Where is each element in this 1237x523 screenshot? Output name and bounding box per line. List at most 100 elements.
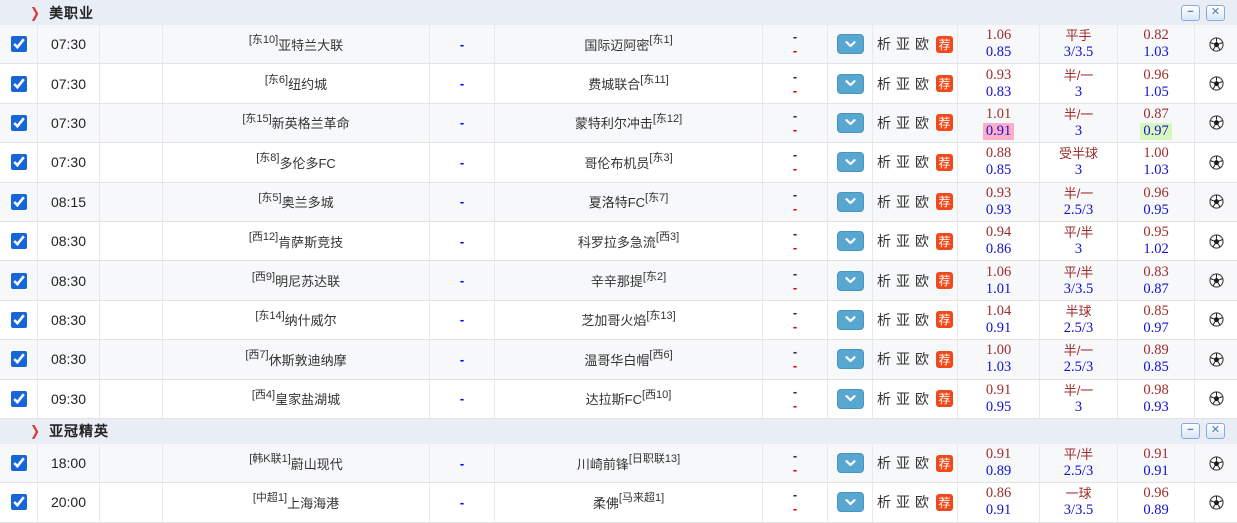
asia-odds-link[interactable]: 亚 bbox=[896, 34, 910, 54]
analysis-link[interactable]: 析 bbox=[877, 74, 891, 94]
close-section-button[interactable]: ✕ bbox=[1206, 423, 1225, 439]
expand-odds-button[interactable] bbox=[837, 231, 864, 251]
dropdown-cell bbox=[828, 104, 873, 142]
analysis-link[interactable]: 析 bbox=[877, 492, 891, 512]
match-checkbox[interactable] bbox=[11, 194, 27, 210]
analysis-link[interactable]: 析 bbox=[877, 349, 891, 369]
expand-odds-button[interactable] bbox=[837, 492, 864, 512]
collapse-section-button[interactable]: − bbox=[1181, 5, 1200, 21]
asia-odds-link[interactable]: 亚 bbox=[896, 152, 910, 172]
score-dash: - bbox=[430, 64, 495, 102]
asia-odds-link[interactable]: 亚 bbox=[896, 271, 910, 291]
collapse-section-button[interactable]: − bbox=[1181, 423, 1200, 439]
recommend-badge[interactable]: 荐 bbox=[936, 494, 953, 511]
match-checkbox[interactable] bbox=[11, 154, 27, 170]
recommend-badge[interactable]: 荐 bbox=[936, 75, 953, 92]
expand-odds-button[interactable] bbox=[837, 389, 864, 409]
away-team-name: 达拉斯FC bbox=[586, 389, 642, 408]
europe-odds-link[interactable]: 欧 bbox=[915, 389, 929, 409]
match-checkbox[interactable] bbox=[11, 233, 27, 249]
recommend-badge[interactable]: 荐 bbox=[936, 36, 953, 53]
europe-odds-link[interactable]: 欧 bbox=[915, 152, 929, 172]
europe-odds-link[interactable]: 欧 bbox=[915, 113, 929, 133]
soccer-ball-icon[interactable] bbox=[1209, 37, 1224, 52]
soccer-ball-icon[interactable] bbox=[1209, 115, 1224, 130]
soccer-ball-icon[interactable] bbox=[1209, 76, 1224, 91]
soccer-ball-icon[interactable] bbox=[1209, 155, 1224, 170]
asia-odds-link[interactable]: 亚 bbox=[896, 113, 910, 133]
match-checkbox[interactable] bbox=[11, 76, 27, 92]
recommend-badge[interactable]: 荐 bbox=[936, 193, 953, 210]
expand-odds-button[interactable] bbox=[837, 192, 864, 212]
home-team-name: 纳什威尔 bbox=[285, 310, 337, 329]
soccer-ball-icon[interactable] bbox=[1209, 234, 1224, 249]
europe-odds-link[interactable]: 欧 bbox=[915, 231, 929, 251]
analysis-link[interactable]: 析 bbox=[877, 310, 891, 330]
soccer-ball-icon[interactable] bbox=[1209, 273, 1224, 288]
analysis-link[interactable]: 析 bbox=[877, 192, 891, 212]
recommend-badge[interactable]: 荐 bbox=[936, 390, 953, 407]
away-team-name: 温哥华白帽 bbox=[584, 350, 649, 369]
asia-odds-link[interactable]: 亚 bbox=[896, 74, 910, 94]
home-odds-top: 1.01 bbox=[983, 106, 1014, 123]
europe-odds-link[interactable]: 欧 bbox=[915, 349, 929, 369]
recommend-badge[interactable]: 荐 bbox=[936, 272, 953, 289]
analysis-link[interactable]: 析 bbox=[877, 453, 891, 473]
recommend-badge[interactable]: 荐 bbox=[936, 114, 953, 131]
europe-odds-link[interactable]: 欧 bbox=[915, 453, 929, 473]
match-checkbox[interactable] bbox=[11, 273, 27, 289]
soccer-ball-icon[interactable] bbox=[1209, 352, 1224, 367]
match-checkbox[interactable] bbox=[11, 312, 27, 328]
analysis-link[interactable]: 析 bbox=[877, 152, 891, 172]
europe-odds-link[interactable]: 欧 bbox=[915, 271, 929, 291]
recommend-badge[interactable]: 荐 bbox=[936, 351, 953, 368]
match-checkbox[interactable] bbox=[11, 391, 27, 407]
ball-cell bbox=[1195, 104, 1237, 142]
match-checkbox[interactable] bbox=[11, 455, 27, 471]
asia-odds-link[interactable]: 亚 bbox=[896, 389, 910, 409]
home-team-name: 皇家盐湖城 bbox=[275, 389, 340, 408]
close-section-button[interactable]: ✕ bbox=[1206, 5, 1225, 21]
soccer-ball-icon[interactable] bbox=[1209, 391, 1224, 406]
expand-odds-button[interactable] bbox=[837, 453, 864, 473]
expand-odds-button[interactable] bbox=[837, 349, 864, 369]
recommend-badge[interactable]: 荐 bbox=[936, 455, 953, 472]
europe-odds-link[interactable]: 欧 bbox=[915, 492, 929, 512]
analysis-link[interactable]: 析 bbox=[877, 34, 891, 54]
asia-odds-link[interactable]: 亚 bbox=[896, 310, 910, 330]
soccer-ball-icon[interactable] bbox=[1209, 495, 1224, 510]
soccer-ball-icon[interactable] bbox=[1209, 312, 1224, 327]
match-checkbox[interactable] bbox=[11, 351, 27, 367]
expand-odds-button[interactable] bbox=[837, 74, 864, 94]
expand-odds-button[interactable] bbox=[837, 34, 864, 54]
asia-odds-link[interactable]: 亚 bbox=[896, 231, 910, 251]
match-checkbox[interactable] bbox=[11, 36, 27, 52]
europe-odds-link[interactable]: 欧 bbox=[915, 74, 929, 94]
analysis-link[interactable]: 析 bbox=[877, 113, 891, 133]
section-body: 18:00 [韩K联1]蔚山现代 - 川崎前锋[日职联13] - - 析 亚 欧… bbox=[0, 444, 1237, 523]
match-checkbox[interactable] bbox=[11, 115, 27, 131]
recommend-badge[interactable]: 荐 bbox=[936, 311, 953, 328]
recommend-badge[interactable]: 荐 bbox=[936, 233, 953, 250]
analysis-link[interactable]: 析 bbox=[877, 271, 891, 291]
europe-odds-link[interactable]: 欧 bbox=[915, 310, 929, 330]
soccer-ball-icon[interactable] bbox=[1209, 456, 1224, 471]
asia-odds-link[interactable]: 亚 bbox=[896, 192, 910, 212]
expand-odds-button[interactable] bbox=[837, 310, 864, 330]
expand-odds-button[interactable] bbox=[837, 152, 864, 172]
handicap-line: 3 bbox=[1072, 84, 1085, 101]
handicap-text: 半/一 bbox=[1061, 67, 1097, 84]
expand-odds-button[interactable] bbox=[837, 113, 864, 133]
europe-odds-link[interactable]: 欧 bbox=[915, 192, 929, 212]
analysis-link[interactable]: 析 bbox=[877, 389, 891, 409]
analysis-link[interactable]: 析 bbox=[877, 231, 891, 251]
soccer-ball-icon[interactable] bbox=[1209, 194, 1224, 209]
home-odds-cell: 0.94 0.86 bbox=[958, 222, 1040, 260]
asia-odds-link[interactable]: 亚 bbox=[896, 453, 910, 473]
recommend-badge[interactable]: 荐 bbox=[936, 154, 953, 171]
match-checkbox[interactable] bbox=[11, 494, 27, 510]
asia-odds-link[interactable]: 亚 bbox=[896, 349, 910, 369]
europe-odds-link[interactable]: 欧 bbox=[915, 34, 929, 54]
expand-odds-button[interactable] bbox=[837, 271, 864, 291]
asia-odds-link[interactable]: 亚 bbox=[896, 492, 910, 512]
